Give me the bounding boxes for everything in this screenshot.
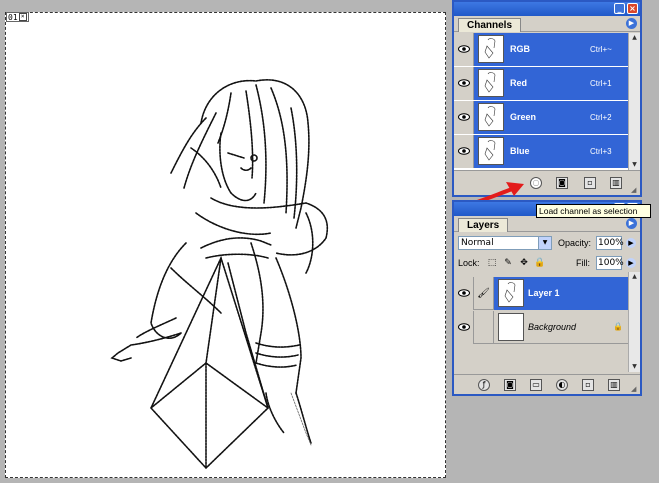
channel-shortcut: Ctrl+3 — [590, 146, 612, 156]
visibility-eye-icon[interactable] — [454, 66, 474, 100]
blend-row: Normal ▼ Opacity: 100% ▶ — [454, 234, 640, 252]
layer-thumbnail — [498, 313, 524, 341]
layers-panel: _ × Layers ▶ Normal ▼ Opacity: 100% ▶ Lo… — [452, 200, 642, 396]
close-icon[interactable]: × — [627, 3, 638, 14]
new-channel-icon[interactable]: ▫ — [584, 177, 596, 189]
visibility-eye-icon[interactable] — [454, 310, 474, 344]
document-badge: 01 × — [6, 12, 29, 22]
scroll-up-icon[interactable]: ▲ — [629, 272, 640, 282]
layer-row-background[interactable]: Background 🔒 — [454, 310, 628, 344]
canvas-area[interactable]: 01 × — [0, 0, 452, 483]
tab-channels[interactable]: Channels — [458, 18, 522, 32]
layer-style-icon[interactable]: ƒ — [478, 379, 490, 391]
channel-name: Blue — [510, 146, 530, 156]
visibility-eye-icon[interactable] — [454, 276, 474, 310]
channel-row-red[interactable]: Red Ctrl+1 — [454, 66, 628, 100]
channel-list: RGB Ctrl+~ Red Ctrl+1 Green Ctrl+2 Blue … — [454, 32, 640, 170]
scroll-down-icon[interactable]: ▼ — [629, 160, 640, 170]
document-badge-box-icon: × — [18, 13, 27, 21]
channel-name: Red — [510, 78, 528, 88]
panel-menu-icon[interactable]: ▶ — [626, 18, 637, 29]
lock-icon: 🔒 — [613, 322, 623, 331]
tab-layers[interactable]: Layers — [458, 218, 509, 232]
channel-name: Green — [510, 112, 537, 122]
opacity-label: Opacity: — [558, 238, 592, 248]
resize-grip-icon[interactable]: ◢ — [631, 385, 639, 393]
channel-thumbnail — [478, 35, 504, 63]
layer-row-layer-1[interactable]: 🖌 Layer 1 — [454, 276, 628, 310]
layer-name: Layer 1 — [528, 288, 560, 298]
lock-label: Lock: — [458, 258, 480, 268]
channel-shortcut: Ctrl+~ — [590, 44, 612, 54]
channel-shortcut: Ctrl+2 — [590, 112, 612, 122]
document-canvas[interactable] — [5, 12, 446, 478]
lock-row: Lock: ⬚ ✎ ✥ 🔒 Fill: 100% ▶ — [454, 254, 640, 272]
channel-row-body[interactable]: RGB Ctrl+~ — [474, 32, 628, 66]
channels-scrollbar[interactable]: ▲ ▼ — [628, 33, 640, 170]
channels-tabrow: Channels ▶ — [454, 16, 640, 32]
fill-input[interactable]: 100% — [596, 256, 624, 270]
save-selection-as-channel-icon[interactable]: ◙ — [556, 177, 568, 189]
channel-row-rgb[interactable]: RGB Ctrl+~ — [454, 32, 628, 66]
channel-shortcut: Ctrl+1 — [590, 78, 612, 88]
visibility-eye-icon[interactable] — [454, 100, 474, 134]
lock-move-icon[interactable]: ✥ — [518, 257, 530, 269]
channel-row-body[interactable]: Green Ctrl+2 — [474, 100, 628, 134]
fill-slider-icon[interactable]: ▶ — [626, 258, 636, 268]
layer-mask-icon[interactable]: ◙ — [504, 379, 516, 391]
channels-titlebar[interactable]: _ × — [454, 2, 640, 16]
opacity-input[interactable]: 100% — [596, 236, 624, 250]
blend-mode-value: Normal — [461, 238, 494, 248]
channel-row-body[interactable]: Blue Ctrl+3 — [474, 134, 628, 168]
channel-row-blue[interactable]: Blue Ctrl+3 — [454, 134, 628, 168]
layers-scrollbar[interactable]: ▲ ▼ — [628, 272, 640, 372]
scroll-down-icon[interactable]: ▼ — [629, 362, 640, 372]
lock-transparency-icon[interactable]: ⬚ — [486, 257, 498, 269]
channel-row-green[interactable]: Green Ctrl+2 — [454, 100, 628, 134]
layer-list: 🖌 Layer 1 Background 🔒 ▲ ▼ — [454, 272, 640, 372]
adjustment-layer-icon[interactable]: ◐ — [556, 379, 568, 391]
delete-channel-icon[interactable]: ▥ — [610, 177, 622, 189]
paintbrush-icon[interactable]: 🖌 — [474, 276, 494, 310]
layers-tabrow: Layers ▶ — [454, 216, 640, 232]
layer-row-body[interactable]: Layer 1 — [494, 276, 628, 310]
layer-thumbnail — [498, 279, 524, 307]
opacity-slider-icon[interactable]: ▶ — [626, 238, 636, 248]
load-channel-as-selection-icon[interactable]: ○ — [530, 177, 542, 189]
chevron-down-icon[interactable]: ▼ — [538, 237, 551, 249]
channel-thumbnail — [478, 103, 504, 131]
channels-panel: _ × Channels ▶ RGB Ctrl+~ Red Ctrl+1 Gre… — [452, 0, 642, 197]
link-cell[interactable] — [474, 310, 494, 344]
channel-row-body[interactable]: Red Ctrl+1 — [474, 66, 628, 100]
panel-menu-icon[interactable]: ▶ — [626, 218, 637, 229]
visibility-eye-icon[interactable] — [454, 134, 474, 168]
scroll-up-icon[interactable]: ▲ — [629, 33, 640, 43]
layer-name: Background — [528, 322, 577, 332]
sketch-drawing — [110, 79, 328, 470]
new-layer-icon[interactable]: ▫ — [582, 379, 594, 391]
visibility-eye-icon[interactable] — [454, 32, 474, 66]
blend-mode-select[interactable]: Normal ▼ — [458, 236, 552, 250]
channel-thumbnail — [478, 137, 504, 165]
delete-layer-icon[interactable]: ▥ — [608, 379, 620, 391]
tooltip: Load channel as selection — [536, 204, 651, 218]
document-badge-number: 01 — [8, 13, 18, 22]
channel-thumbnail — [478, 69, 504, 97]
channel-name: RGB — [510, 44, 530, 54]
resize-grip-icon[interactable]: ◢ — [631, 186, 639, 194]
lock-all-icon[interactable]: 🔒 — [534, 257, 546, 269]
new-set-icon[interactable]: ▭ — [530, 379, 542, 391]
layers-footer: ƒ ◙ ▭ ◐ ▫ ▥ ◢ — [454, 374, 640, 394]
fill-label: Fill: — [576, 258, 590, 268]
minimize-icon[interactable]: _ — [614, 3, 625, 14]
lock-paint-icon[interactable]: ✎ — [502, 257, 514, 269]
